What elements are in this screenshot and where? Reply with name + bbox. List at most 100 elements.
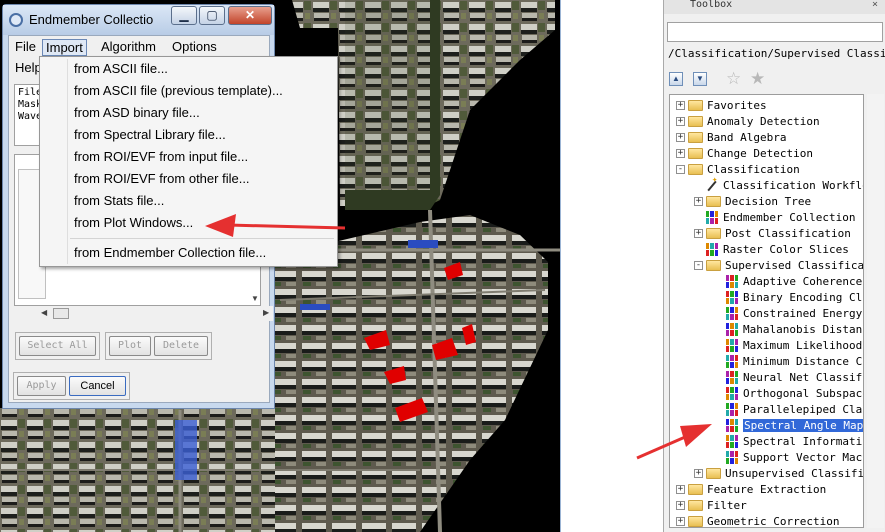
tree-item[interactable]: - Classification bbox=[676, 161, 800, 177]
select-all-button[interactable]: Select All bbox=[19, 336, 96, 356]
folder-icon bbox=[688, 147, 703, 159]
folder-icon bbox=[706, 259, 721, 271]
tree-item[interactable]: + Feature Extraction bbox=[676, 481, 826, 497]
tree-item-label: Constrained Energy bbox=[743, 306, 863, 320]
tree-item[interactable]: Orthogonal Subspace bbox=[714, 385, 863, 401]
image-margin bbox=[560, 0, 663, 532]
toolbox-tree[interactable]: + Favorites + Anomaly Detection + Band Algebr… bbox=[669, 94, 864, 528]
tree-item[interactable]: Adaptive Coherence bbox=[714, 273, 862, 289]
close-icon[interactable]: ✕ bbox=[228, 6, 272, 25]
menu-item-spectral-library[interactable]: from Spectral Library file... bbox=[74, 127, 226, 142]
tool-icon bbox=[706, 242, 718, 256]
expand-down-icon[interactable]: ▼ bbox=[693, 72, 707, 86]
menu-algorithm[interactable]: Algorithm bbox=[98, 39, 159, 54]
expand-icon[interactable]: + bbox=[676, 100, 685, 110]
tree-item[interactable]: + Unsupervised Classific bbox=[694, 465, 863, 481]
app-icon bbox=[9, 13, 23, 27]
tree-item-label: Filter bbox=[707, 498, 747, 512]
minimize-icon[interactable]: ▁ bbox=[171, 6, 197, 25]
folder-icon bbox=[706, 227, 721, 239]
tree-item[interactable]: - Supervised Classification bbox=[694, 257, 863, 273]
tree-item[interactable]: Neural Net Classifi bbox=[714, 369, 863, 385]
menu-item-plot-windows[interactable]: from Plot Windows... bbox=[74, 215, 193, 230]
tree-item[interactable]: + Change Detection bbox=[676, 145, 813, 161]
expand-icon[interactable]: + bbox=[676, 516, 685, 526]
tree-item[interactable]: + Anomaly Detection bbox=[676, 113, 820, 129]
tree-item[interactable]: + Decision Tree bbox=[694, 193, 811, 209]
tree-item[interactable]: Support Vector Mach bbox=[714, 449, 863, 465]
tool-icon bbox=[726, 338, 738, 352]
menu-item-ascii-template[interactable]: from ASCII file (previous template)... bbox=[74, 83, 283, 98]
tree-item[interactable]: + Band Algebra bbox=[676, 129, 786, 145]
tool-icon bbox=[726, 402, 738, 416]
tool-icon bbox=[726, 450, 738, 464]
toolbox-panel: Toolbox × /Classification/Supervised Cla… bbox=[663, 0, 885, 532]
scroll-left-icon[interactable]: ◀ bbox=[41, 308, 47, 317]
favorite-star-filled-icon[interactable]: ★ bbox=[750, 69, 765, 89]
folder-icon bbox=[688, 131, 703, 143]
favorite-star-icon[interactable]: ☆ bbox=[726, 69, 741, 89]
menu-item-roi-input[interactable]: from ROI/EVF from input file... bbox=[74, 149, 248, 164]
tree-item-label: Band Algebra bbox=[707, 130, 787, 144]
tree-item[interactable]: Binary Encoding Cla bbox=[714, 289, 863, 305]
tree-item[interactable]: + Filter bbox=[676, 497, 747, 513]
expand-icon[interactable]: + bbox=[676, 500, 685, 510]
collapse-icon[interactable]: - bbox=[694, 260, 703, 270]
menu-item-asd-binary[interactable]: from ASD binary file... bbox=[74, 105, 200, 120]
tree-item-label: Geometric Correction bbox=[707, 514, 840, 528]
tree-item[interactable]: Parallelepiped Clas bbox=[714, 401, 863, 417]
folder-icon bbox=[688, 99, 703, 111]
collapse-up-icon[interactable]: ▲ bbox=[669, 72, 683, 86]
toolbox-close-icon[interactable]: × bbox=[872, 0, 878, 10]
tool-icon bbox=[726, 386, 738, 400]
scroll-down-icon[interactable]: ▼ bbox=[251, 294, 259, 303]
menu-file[interactable]: File bbox=[12, 39, 39, 54]
expand-icon[interactable]: + bbox=[694, 228, 703, 238]
collapse-icon[interactable]: - bbox=[676, 164, 685, 174]
menu-gutter bbox=[67, 59, 68, 264]
cancel-button[interactable]: Cancel bbox=[69, 376, 126, 396]
menu-import[interactable]: Import bbox=[42, 39, 87, 56]
expand-icon[interactable]: + bbox=[676, 484, 685, 494]
menu-item-endmember-file[interactable]: from Endmember Collection file... bbox=[74, 245, 266, 260]
expand-icon[interactable]: + bbox=[694, 468, 703, 478]
toolbox-scrollbar-thumb[interactable] bbox=[868, 330, 883, 370]
expand-icon[interactable]: + bbox=[676, 116, 685, 126]
apply-button[interactable]: Apply bbox=[17, 376, 66, 396]
tree-item[interactable]: Minimum Distance Cl bbox=[714, 353, 863, 369]
tree-item[interactable]: Spectral Angle Mapp bbox=[714, 417, 863, 433]
menu-item-roi-other[interactable]: from ROI/EVF from other file... bbox=[74, 171, 250, 186]
folder-icon bbox=[688, 115, 703, 127]
menu-item-ascii[interactable]: from ASCII file... bbox=[74, 61, 168, 76]
expand-icon[interactable]: + bbox=[676, 148, 685, 158]
menu-item-stats[interactable]: from Stats file... bbox=[74, 193, 164, 208]
tree-item[interactable]: + Post Classification bbox=[694, 225, 851, 241]
tree-item[interactable]: Classification Workflow bbox=[694, 175, 864, 193]
tree-item-label: Classification Workflow bbox=[723, 178, 864, 192]
maximize-icon[interactable]: ▢ bbox=[199, 6, 225, 25]
tree-item-label: Anomaly Detection bbox=[707, 114, 820, 128]
endmember-list-hscrollbar[interactable]: ◀ ▶ bbox=[39, 306, 273, 321]
toolbox-path: /Classification/Supervised Classifi bbox=[668, 47, 885, 60]
tree-item[interactable]: Raster Color Slices bbox=[694, 241, 849, 257]
hscroll-thumb[interactable] bbox=[53, 308, 69, 319]
delete-button[interactable]: Delete bbox=[154, 336, 208, 356]
tree-item[interactable]: + Geometric Correction bbox=[676, 513, 840, 528]
tool-icon bbox=[726, 370, 738, 384]
plot-button[interactable]: Plot bbox=[109, 336, 151, 356]
toolbox-scrollbar[interactable] bbox=[867, 94, 884, 528]
scroll-right-icon[interactable]: ▶ bbox=[263, 308, 269, 317]
tree-item[interactable]: Maximum Likelihood bbox=[714, 337, 862, 353]
toolbox-search-input[interactable] bbox=[667, 22, 883, 42]
expand-icon[interactable]: + bbox=[694, 196, 703, 206]
toolbox-title: Toolbox × bbox=[664, 0, 885, 14]
tree-item[interactable]: Constrained Energy bbox=[714, 305, 862, 321]
tree-item-label: Change Detection bbox=[707, 146, 813, 160]
menu-options[interactable]: Options bbox=[169, 39, 220, 54]
tree-item[interactable]: Endmember Collection bbox=[694, 209, 855, 225]
dialog-titlebar[interactable]: Endmember Collectio ▁ ▢ ✕ bbox=[3, 5, 274, 35]
tree-item[interactable]: + Favorites bbox=[676, 97, 767, 113]
tree-item[interactable]: Mahalanobis Distanc bbox=[714, 321, 863, 337]
tree-item[interactable]: Spectral Informatio bbox=[714, 433, 863, 449]
expand-icon[interactable]: + bbox=[676, 132, 685, 142]
